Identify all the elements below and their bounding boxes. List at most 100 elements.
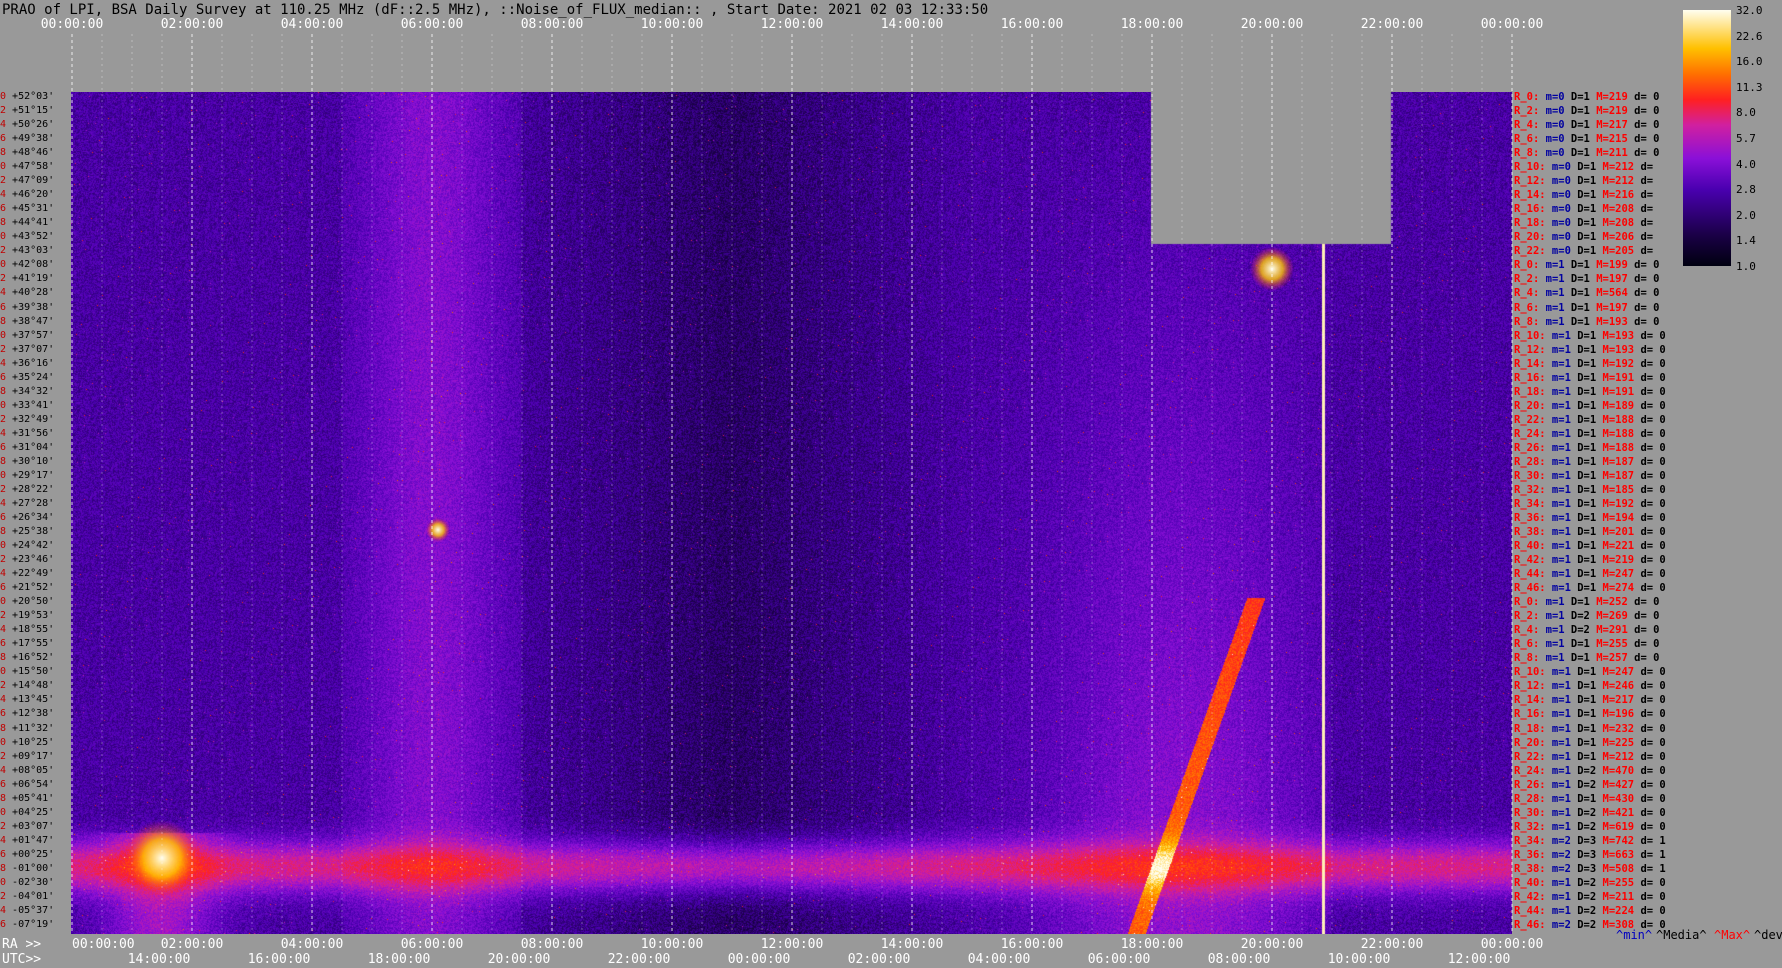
top-tick-label: 08:00:00 bbox=[521, 17, 584, 32]
utc-tick-label: 00:00:00 bbox=[728, 952, 791, 967]
stats-row: R_26: m=1 D=2 M=427 d= 0 bbox=[1514, 779, 1666, 791]
stats-row: R_40: m=1 D=2 M=255 d= 0 bbox=[1514, 877, 1666, 889]
stats-m: m=0 bbox=[1545, 175, 1571, 188]
stats-h: M=219 bbox=[1589, 91, 1628, 103]
stats-row: R_38: m=1 D=1 M=201 d= 0 bbox=[1514, 526, 1666, 538]
stats-d: D=2 bbox=[1570, 778, 1597, 791]
stats-row: R_34: m=2 D=3 M=742 d= 1 bbox=[1514, 835, 1666, 847]
top-tick-label: 00:00:00 bbox=[41, 17, 104, 32]
stats-r: R_34: bbox=[1514, 497, 1546, 510]
stats-v: d= 0 bbox=[1634, 876, 1666, 889]
stats-row: R_12: m=1 D=1 M=193 d= 0 bbox=[1514, 344, 1666, 356]
stats-h: M=192 bbox=[1596, 497, 1635, 510]
ra-tick-label: 12:00:00 bbox=[761, 937, 824, 952]
declination-row: 6 +12°38' bbox=[0, 709, 54, 719]
declination-value: +31°04' bbox=[6, 441, 55, 453]
stats-v: d= bbox=[1634, 245, 1654, 258]
legend-min: ^min^ bbox=[1616, 928, 1653, 942]
stats-row: R_24: m=1 D=1 M=188 d= 0 bbox=[1514, 428, 1666, 440]
stats-m: m=1 bbox=[1539, 301, 1565, 314]
stats-m: m=1 bbox=[1539, 259, 1565, 272]
stats-r: R_18: bbox=[1514, 217, 1546, 230]
stats-m: m=0 bbox=[1539, 133, 1565, 146]
stats-v: d= 1 bbox=[1634, 862, 1666, 875]
stats-v: d= bbox=[1634, 161, 1654, 174]
declination-value: +15°50' bbox=[6, 666, 55, 678]
declination-value: +06°54' bbox=[6, 778, 55, 790]
declination-value: +25°38' bbox=[6, 526, 55, 538]
stats-d: D=1 bbox=[1570, 455, 1597, 468]
stats-m: m=1 bbox=[1545, 750, 1571, 763]
colorbar-tick: 2.8 bbox=[1736, 183, 1756, 197]
stats-m: m=1 bbox=[1545, 357, 1571, 370]
stats-r: R_26: bbox=[1514, 441, 1546, 454]
stats-row: R_0: m=1 D=1 M=252 d= 0 bbox=[1514, 596, 1659, 608]
declination-row: 4 +22°49' bbox=[0, 569, 54, 579]
declination-row: 8 +11°32' bbox=[0, 723, 54, 734]
stats-row: R_10: m=0 D=1 M=212 d= bbox=[1514, 161, 1653, 173]
stats-h: M=191 bbox=[1596, 385, 1635, 398]
stats-r: R_8: bbox=[1514, 147, 1540, 160]
legend-devia: ^devia bbox=[1754, 928, 1782, 942]
stats-row: R_0: m=1 D=1 M=199 d= 0 bbox=[1514, 259, 1659, 271]
stats-v: d= 0 bbox=[1634, 694, 1666, 707]
stats-row: R_38: m=2 D=3 M=508 d= 1 bbox=[1514, 863, 1666, 875]
stats-v: d= 0 bbox=[1634, 497, 1666, 510]
stats-m: m=2 bbox=[1545, 918, 1571, 931]
stats-row: R_10: m=1 D=1 M=193 d= 0 bbox=[1514, 330, 1666, 342]
stats-v: d= 0 bbox=[1634, 385, 1666, 398]
stats-r: R_40: bbox=[1514, 876, 1546, 889]
stats-row: R_22: m=0 D=1 M=205 d= bbox=[1514, 245, 1653, 257]
stats-row: R_8: m=1 D=1 M=193 d= 0 bbox=[1514, 316, 1659, 328]
declination-value: +10°25' bbox=[6, 736, 55, 748]
declination-row: 6 +17°55' bbox=[0, 639, 54, 649]
stats-h: M=206 bbox=[1596, 231, 1635, 244]
stats-h: M=430 bbox=[1596, 792, 1635, 805]
declination-row: 0 +33°41' bbox=[0, 400, 54, 411]
declination-value: +32°49' bbox=[6, 413, 55, 425]
declination-row: 2 +41°19' bbox=[0, 274, 54, 284]
stats-m: m=1 bbox=[1545, 722, 1571, 735]
stats-r: R_22: bbox=[1514, 750, 1546, 763]
declination-row: 8 +16°52' bbox=[0, 653, 54, 663]
top-tick-label: 04:00:00 bbox=[281, 17, 344, 32]
declination-row: 4 +36°16' bbox=[0, 358, 54, 369]
declination-value: +48°46' bbox=[6, 147, 55, 159]
stats-v: d= 0 bbox=[1634, 554, 1666, 567]
declination-row: 0 +42°08' bbox=[0, 260, 54, 270]
stats-row: R_6: m=1 D=1 M=197 d= 0 bbox=[1514, 302, 1659, 314]
utc-tick-label: 08:00:00 bbox=[1208, 952, 1271, 967]
stats-row: R_2: m=0 D=1 M=219 d= 0 bbox=[1514, 105, 1659, 117]
declination-value: +39°38' bbox=[6, 301, 55, 313]
declination-row: 4 +50°26' bbox=[0, 120, 54, 130]
stats-m: m=0 bbox=[1539, 119, 1565, 132]
declination-value: +20°50' bbox=[6, 596, 55, 608]
stats-h: M=219 bbox=[1589, 105, 1628, 118]
stats-r: R_8: bbox=[1514, 315, 1540, 328]
stats-v: d= 0 bbox=[1634, 455, 1666, 468]
stats-m: m=1 bbox=[1539, 596, 1565, 609]
declination-row: 4 +13°45' bbox=[0, 695, 54, 705]
stats-v: d= 0 bbox=[1634, 427, 1666, 440]
stats-v: d= 0 bbox=[1627, 91, 1660, 103]
top-tick-label: 06:00:00 bbox=[401, 17, 464, 32]
utc-tick-label: 06:00:00 bbox=[1088, 952, 1151, 967]
stats-h: M=221 bbox=[1596, 540, 1635, 553]
declination-value: -04°01' bbox=[6, 890, 55, 902]
top-tick-label: 20:00:00 bbox=[1241, 17, 1304, 32]
stats-d: D=1 bbox=[1570, 357, 1597, 370]
declination-row: 4 +40°28' bbox=[0, 288, 54, 298]
declination-row: 0 +43°52' bbox=[0, 232, 54, 242]
ra-tick-label: 02:00:00 bbox=[161, 937, 224, 952]
stats-m: m=1 bbox=[1545, 483, 1571, 496]
declination-row: 2 +28°22' bbox=[0, 484, 54, 495]
legend-max: ^Max^ bbox=[1714, 928, 1751, 942]
stats-row: R_32: m=1 D=2 M=619 d= 0 bbox=[1514, 821, 1666, 833]
stats-row: R_30: m=1 D=1 M=187 d= 0 bbox=[1514, 470, 1666, 482]
stats-h: M=197 bbox=[1589, 273, 1628, 286]
stats-r: R_16: bbox=[1514, 203, 1546, 216]
stats-h: M=269 bbox=[1589, 610, 1628, 623]
stats-r: R_32: bbox=[1514, 820, 1546, 833]
stats-row: R_18: m=1 D=1 M=191 d= 0 bbox=[1514, 386, 1666, 398]
stats-d: D=1 bbox=[1570, 708, 1597, 721]
